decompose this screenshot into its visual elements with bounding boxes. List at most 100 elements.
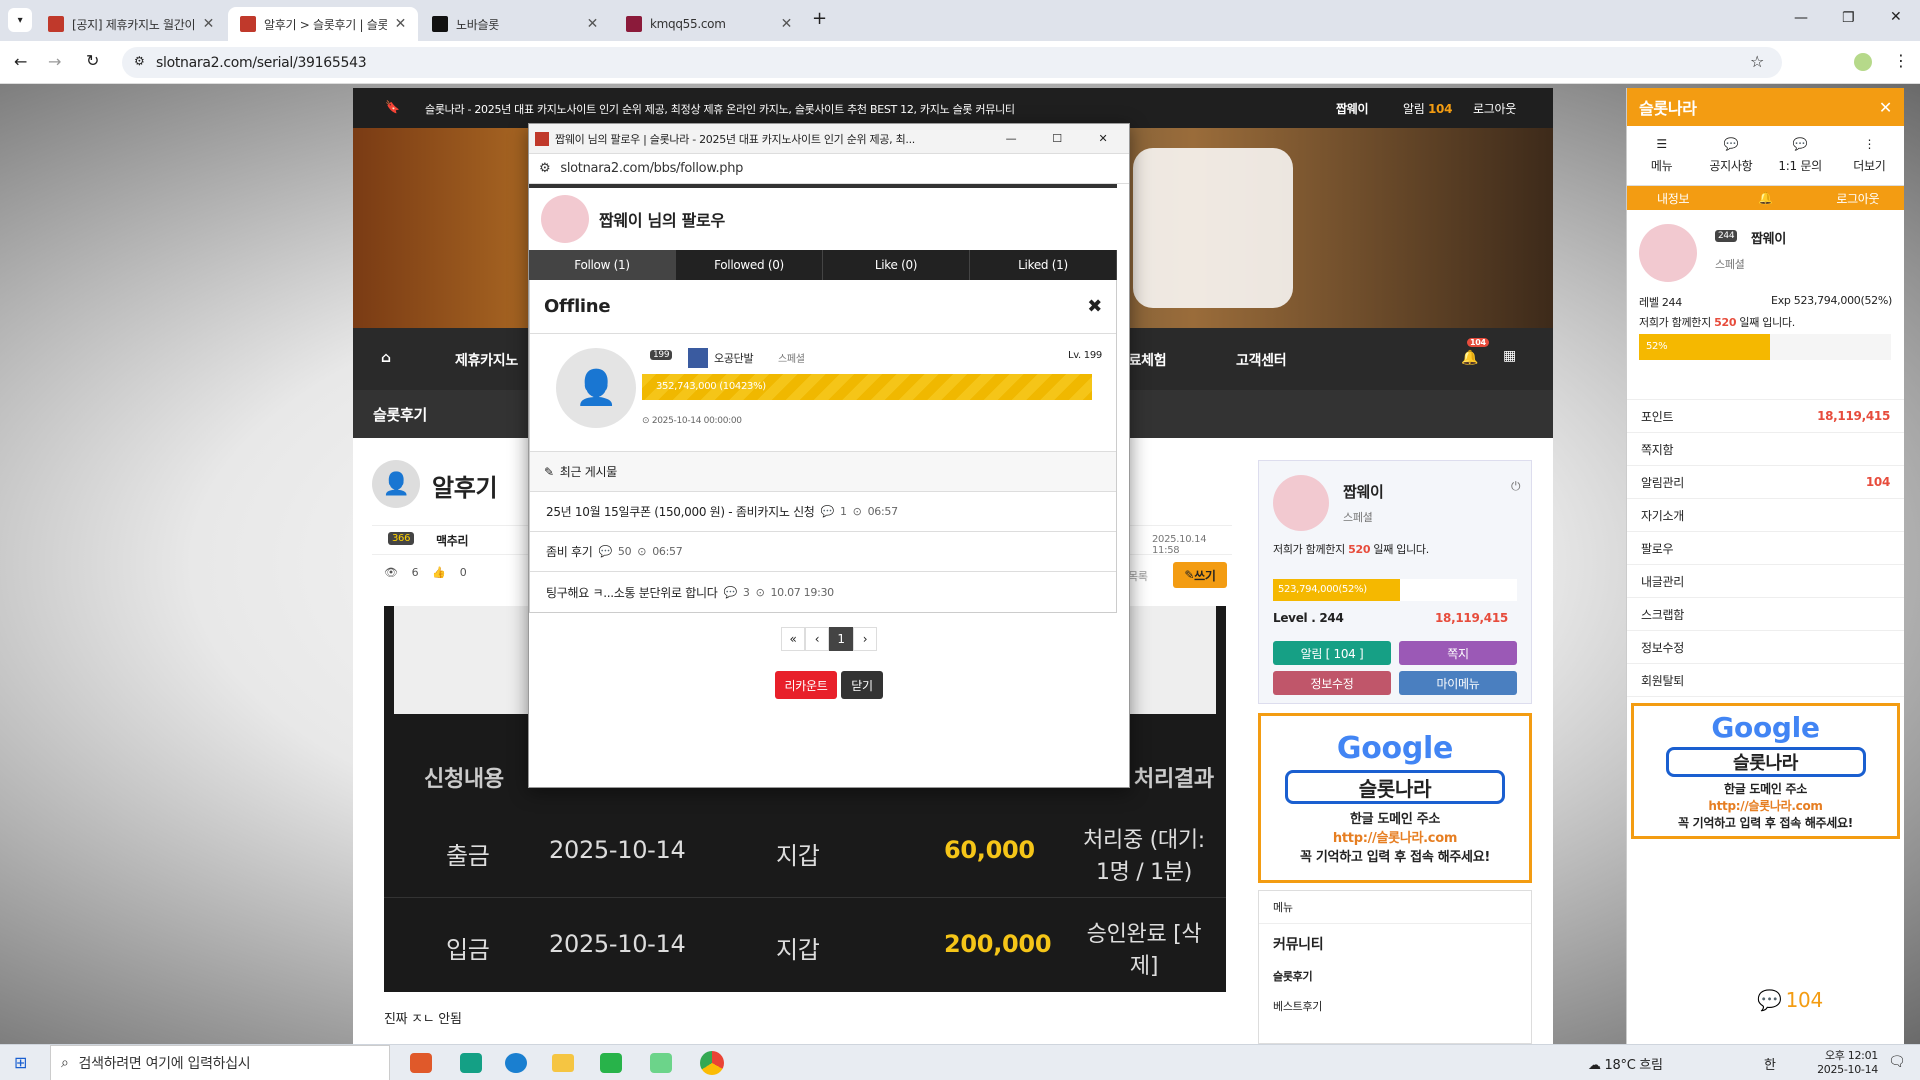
more-menu-icon[interactable]: ⋮ [1893,51,1909,70]
widget-edit-button[interactable]: 정보수정 [1273,671,1391,695]
tab-favicon [240,16,256,32]
site-info-icon[interactable]: ⚙ [134,54,145,68]
bookmark-icon[interactable]: 🔖 [385,100,400,114]
reload-icon[interactable]: ↻ [86,51,99,70]
member-level-badge: 199 [650,350,673,360]
maximize-icon[interactable]: ☐ [1037,132,1077,145]
power-icon[interactable]: ⏻ [1511,479,1521,494]
member-name[interactable]: 오공단발 [714,350,754,366]
sidebar-menu-button[interactable]: ☰ 메뉴 [1627,126,1696,185]
list-item[interactable]: 팅구해요 ㅋ...소통 분단위로 합니다 💬 3 ⊙ 10.07 19:30 [530,572,1116,612]
forward-icon[interactable]: → [48,52,61,71]
minimize-icon[interactable]: — [1794,10,1808,26]
weather[interactable]: ☁ 18°C 흐림 [1588,1054,1663,1073]
close-icon[interactable]: ✕ [203,16,215,32]
sidebar-notice-button[interactable]: 💬 공지사항 [1696,126,1765,185]
close-icon[interactable]: ✕ [781,16,793,32]
browser-tab-4[interactable]: kmqq55.com ✕ [614,7,804,41]
list-button[interactable]: 목록 [1128,568,1148,584]
tab-followed[interactable]: Followed (0) [676,250,823,280]
community-header[interactable]: 커뮤니티 [1259,924,1531,964]
nav-item-customer-center[interactable]: 고객센터 [1236,350,1287,370]
home-icon[interactable]: ⌂ [381,350,391,366]
grid-menu-icon[interactable]: ▦ [1503,348,1516,364]
close-icon[interactable]: ✖ [1087,296,1102,317]
minimize-icon[interactable]: — [991,132,1031,145]
sidebar-item[interactable]: 내글관리 [1627,565,1904,598]
tab-my-info[interactable]: 내정보 [1627,186,1719,210]
clock[interactable]: 오후 12:01 2025-10-14 [1788,1047,1878,1076]
sidebar-item[interactable]: 쪽지함 [1627,433,1904,466]
menu-link-best-review[interactable]: 베스트후기 [1259,988,1531,1024]
write-button[interactable]: ✎ 쓰기 [1173,562,1227,588]
sidebar-item[interactable]: 포인트 18,119,415 [1627,400,1904,433]
nav-item-partner-casino[interactable]: 제휴카지노 [455,350,518,370]
tab-logout[interactable]: 로그아웃 [1812,186,1904,210]
widget-user-name[interactable]: 짭웨이 [1343,481,1384,502]
widget-alarm-button[interactable]: 알림 [ 104 ] [1273,641,1391,665]
chat-float-button[interactable]: 💬 104 [1757,988,1823,1012]
tab-like[interactable]: Like (0) [823,250,970,280]
next-page-icon[interactable]: › [853,627,877,651]
page-number[interactable]: 1 [829,627,853,651]
list-item[interactable]: 25년 10월 15일쿠폰 (150,000 원) - 좀비카지노 신청 💬 1 ⊙ 0… [530,492,1116,532]
new-tab-plus-icon[interactable]: + [812,8,827,29]
close-icon[interactable]: ✕ [1879,98,1892,117]
sidebar-item[interactable]: 자기소개 [1627,499,1904,532]
author-name[interactable]: 맥추리 [436,532,469,549]
browser-tab-2[interactable]: 알후기 > 슬롯후기 | 슬롯나라✕ [228,7,418,41]
close-button[interactable]: 닫기 [841,671,883,699]
sidebar-item[interactable]: 알림관리 104 [1627,466,1904,499]
close-icon[interactable]: ✕ [587,16,599,32]
browser-tab-3[interactable]: 노바슬롯 ✕ [420,7,610,41]
bookmark-star-icon[interactable]: ☆ [1750,52,1764,71]
list-item[interactable]: 좀비 후기 💬 50 ⊙ 06:57 [530,532,1116,572]
url-bar[interactable]: ⚙ slotnara2.com/serial/39165543 ☆ [122,47,1782,78]
restore-icon[interactable]: ❐ [1842,10,1855,26]
google-ad-banner[interactable]: Google 슬롯나라 한글 도메인 주소 http://슬롯나라.com 꼭 … [1631,703,1900,839]
windows-start-icon[interactable]: ⊞ [14,1053,27,1072]
menu-link-slot-review[interactable]: 슬롯후기 [1259,964,1531,988]
top-user-link[interactable]: 짭웨이 [1336,100,1369,117]
chrome-icon[interactable] [700,1051,724,1075]
tab-follow[interactable]: Follow (1) [529,250,676,280]
tab-search-icon[interactable]: ▾ [8,8,32,32]
taskbar-search-input[interactable]: ⌕ 검색하려면 여기에 입력하십시 [50,1045,390,1080]
back-icon[interactable]: ← [14,52,27,71]
google-ad-banner[interactable]: Google 슬롯나라 한글 도메인 주소 http://슬롯나라.com 꼭 … [1258,713,1532,883]
close-icon[interactable]: ✕ [395,16,407,32]
close-icon[interactable]: ✕ [1083,132,1123,145]
address-toolbar: ← → ↻ ⚙ slotnara2.com/serial/39165543 ☆ ⋮ [0,41,1920,84]
table-row: 입금 2025-10-14 지갑 200,000 승인완료 [삭제] [446,922,1202,979]
sidebar-inquiry-button[interactable]: 💬 1:1 문의 [1766,126,1835,185]
sidebar-user-name[interactable]: 짭웨이 [1751,228,1786,247]
like-icon: 👍 [432,566,446,579]
sidebar-item[interactable]: 회원탈퇴 [1627,664,1904,697]
copilot-icon[interactable] [410,1053,432,1073]
prev-page-icon[interactable]: ‹ [805,627,829,651]
ime-indicator[interactable]: 한 [1764,1054,1776,1073]
sidebar-item[interactable]: 정보수정 [1627,631,1904,664]
edge-dev-icon[interactable] [460,1053,482,1073]
app-icon[interactable] [650,1053,672,1073]
sidebar-item[interactable]: 팔로우 [1627,532,1904,565]
recount-button[interactable]: 리카운트 [775,671,837,699]
folder-icon[interactable] [552,1054,574,1072]
top-logout-link[interactable]: 로그아웃 [1473,100,1516,117]
widget-mymenu-button[interactable]: 마이메뉴 [1399,671,1517,695]
window-close-icon[interactable]: ✕ [1890,9,1902,25]
edge-icon[interactable] [505,1053,527,1073]
bell-icon[interactable]: 🔔 [1461,350,1478,366]
widget-message-button[interactable]: 쪽지 [1399,641,1517,665]
notification-icon[interactable]: 🗨 [1888,1054,1906,1070]
sidebar-item[interactable]: 스크랩함 [1627,598,1904,631]
first-page-icon[interactable]: « [781,627,805,651]
tab-liked[interactable]: Liked (1) [970,250,1117,280]
blog-icon[interactable] [600,1053,622,1073]
popup-url-bar[interactable]: ⚙ slotnara2.com/bbs/follow.php [529,154,1129,184]
profile-avatar-icon[interactable] [1854,53,1872,71]
sidebar-more-button[interactable]: ⋮ 더보기 [1835,126,1904,185]
browser-tab-1[interactable]: [공지] 제휴카지노 월간이벤트✕ [36,7,226,41]
top-alarm-link[interactable]: 알림 104 [1403,100,1452,117]
bell-icon[interactable]: 🔔 [1719,186,1811,210]
